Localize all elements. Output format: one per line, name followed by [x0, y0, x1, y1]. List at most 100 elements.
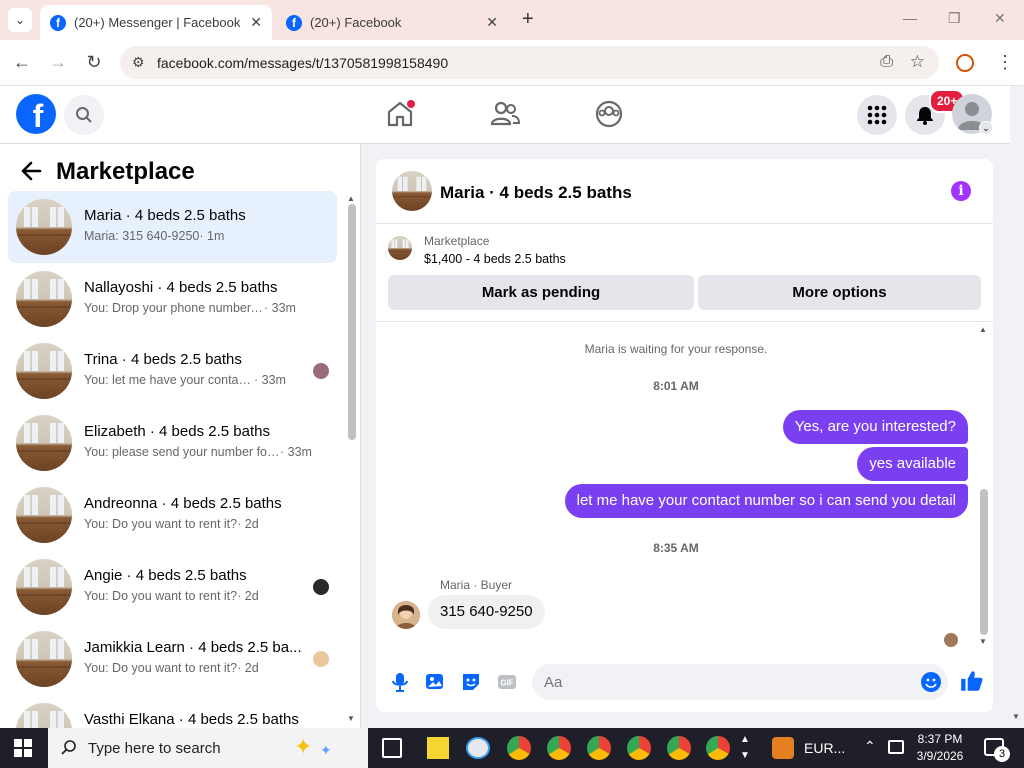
outgoing-message[interactable]: let me have your contact number so i can… [564, 484, 968, 518]
outgoing-message[interactable]: yes available [857, 447, 968, 481]
info-icon[interactable]: i [951, 181, 971, 201]
conversation-item[interactable]: Elizabeth · 4 beds 2.5 baths You: please… [8, 407, 337, 479]
chat-title[interactable]: Maria · 4 beds 2.5 baths [440, 183, 632, 203]
tab-search-icon[interactable]: ⌄ [8, 8, 32, 32]
incoming-message[interactable]: 315 640-9250 [428, 595, 545, 629]
conversation-name: Nallayoshi · 4 beds 2.5 baths [84, 279, 278, 296]
listing-thumbnail [16, 631, 72, 687]
close-tab-icon[interactable]: ✕ [486, 14, 498, 31]
scroll-up-arrow-icon[interactable]: ▲ [347, 194, 355, 203]
conversation-snippet: You: Drop your phone number, a... · 33m [84, 301, 296, 315]
friends-icon[interactable] [489, 98, 521, 130]
browser-tab-messenger[interactable]: f (20+) Messenger | Facebook ✕ [40, 5, 272, 40]
back-arrow-icon[interactable] [20, 160, 42, 182]
conversation-snippet: You: Do you want to rent it?· 2d [84, 517, 259, 531]
facebook-logo-icon[interactable]: f [16, 94, 56, 134]
outgoing-message[interactable]: Yes, are you interested? [782, 410, 968, 444]
install-app-icon[interactable]: ⎙ [880, 53, 893, 71]
svg-text:GIF: GIF [500, 679, 513, 688]
scroll-down-arrow-icon[interactable]: ▼ [979, 637, 987, 646]
minimize-icon[interactable]: — [903, 10, 917, 26]
account-chevron-down-icon[interactable]: ⌄ [979, 121, 993, 135]
scroll-up-arrow-icon[interactable]: ▲ [979, 325, 987, 334]
forward-icon[interactable]: → [46, 52, 70, 73]
new-tab-icon[interactable]: + [522, 8, 534, 31]
gif-icon[interactable]: GIF [495, 670, 519, 694]
currency-widget-icon[interactable] [772, 737, 794, 759]
like-thumbs-up-icon[interactable] [959, 668, 985, 694]
listing-thumbnail[interactable] [388, 236, 412, 260]
conversation-item[interactable]: Jamikkia Learn · 4 beds 2.5 ba... You: D… [8, 623, 337, 695]
search-icon[interactable] [64, 95, 104, 135]
more-options-button[interactable]: More options [698, 275, 981, 310]
listing-thumbnail[interactable] [392, 171, 432, 211]
menu-grid-icon[interactable] [857, 95, 897, 135]
sparkle-icon[interactable]: ✦ [294, 734, 312, 760]
taskbar-search-box[interactable]: Type here to search ✦ ✦ [48, 728, 368, 768]
groups-icon[interactable] [593, 98, 625, 130]
page-scroll-down-arrow-icon[interactable]: ▼ [1012, 712, 1020, 721]
conversation-item[interactable]: Nallayoshi · 4 beds 2.5 baths You: Drop … [8, 263, 337, 335]
chrome-icon[interactable] [587, 736, 611, 760]
reload-icon[interactable]: ↻ [82, 52, 106, 73]
sender-avatar[interactable] [392, 601, 420, 629]
sticker-icon[interactable] [459, 670, 483, 694]
paint-icon[interactable] [466, 737, 490, 759]
menu-kebab-icon[interactable]: ⋮ [996, 52, 1014, 73]
chat-scrollbar[interactable] [980, 489, 988, 635]
conversation-item[interactable]: Angie · 4 beds 2.5 baths You: Do you wan… [8, 551, 337, 623]
waiting-notice: Maria is waiting for your response. [584, 342, 768, 356]
chrome-icon[interactable] [507, 736, 531, 760]
task-view-icon[interactable] [382, 738, 402, 758]
url-omnibox[interactable]: ⚙ facebook.com/messages/t/13705819981584… [120, 46, 939, 79]
profile-icon[interactable] [956, 54, 974, 72]
conversation-name: Trina · 4 beds 2.5 baths [84, 351, 242, 368]
chrome-icon[interactable] [706, 736, 730, 760]
conversation-snippet: You: Do you want to rent it?· 2d [84, 589, 259, 603]
sparkle-icon: ✦ [320, 742, 332, 758]
network-icon[interactable] [888, 740, 904, 754]
conversation-name: Jamikkia Learn · 4 beds 2.5 ba... [84, 639, 302, 656]
tab-title: (20+) Messenger | Facebook [74, 15, 241, 30]
site-info-icon[interactable]: ⚙ [132, 54, 145, 71]
listing-price[interactable]: $1,400 - 4 beds 2.5 baths [424, 252, 566, 266]
restore-icon[interactable]: ❐ [948, 10, 961, 27]
conversation-name: Maria · 4 beds 2.5 baths [84, 207, 246, 224]
sidebar-scrollbar[interactable] [348, 204, 356, 440]
bookmark-star-icon[interactable]: ☆ [910, 52, 925, 72]
chrome-icon[interactable] [627, 736, 651, 760]
microphone-icon[interactable] [388, 670, 412, 694]
taskbar-overflow-chevron-icon[interactable]: ▲ ▼ [740, 732, 750, 764]
conversation-item[interactable]: Maria · 4 beds 2.5 baths Maria: 315 640-… [8, 191, 337, 263]
message-composer: GIF [376, 652, 993, 712]
read-receipt-avatar [313, 363, 329, 379]
address-bar: ← → ↻ ⚙ facebook.com/messages/t/13705819… [0, 40, 1024, 86]
sidebar-title: Marketplace [56, 158, 195, 185]
clock-date[interactable]: 3/9/2026 [910, 749, 970, 763]
tray-chevron-up-icon[interactable]: ⌃ [864, 738, 876, 755]
conversation-item[interactable]: Andreonna · 4 beds 2.5 baths You: Do you… [8, 479, 337, 551]
chrome-icon[interactable] [667, 736, 691, 760]
conversation-name: Andreonna · 4 beds 2.5 baths [84, 495, 282, 512]
home-icon[interactable] [384, 98, 416, 130]
windows-taskbar: Type here to search ✦ ✦ ▲ ▼ EUR... ⌃ 8:37… [0, 728, 1024, 768]
sticky-notes-icon[interactable] [427, 737, 449, 759]
scroll-down-arrow-icon[interactable]: ▼ [347, 714, 355, 723]
currency-widget-label[interactable]: EUR... [804, 740, 845, 756]
photo-icon[interactable] [423, 670, 447, 694]
back-icon[interactable]: ← [10, 52, 34, 73]
conversation-item[interactable]: Trina · 4 beds 2.5 baths You: let me hav… [8, 335, 337, 407]
facebook-favicon-icon: f [286, 14, 302, 31]
read-receipt-avatar [313, 651, 329, 667]
clock-time[interactable]: 8:37 PM [910, 732, 970, 746]
message-input[interactable] [532, 664, 948, 700]
conversation-item[interactable]: Vasthi Elkana · 4 beds 2.5 baths [8, 695, 337, 728]
windows-start-icon[interactable] [14, 739, 32, 757]
close-tab-icon[interactable]: ✕ [250, 14, 262, 31]
marketplace-sidebar: Marketplace Maria · 4 beds 2.5 baths Mar… [0, 144, 361, 728]
close-window-icon[interactable]: ✕ [994, 10, 1006, 27]
browser-tab-facebook[interactable]: f (20+) Facebook ✕ [276, 5, 508, 40]
chrome-icon[interactable] [547, 736, 571, 760]
emoji-icon[interactable] [919, 670, 943, 694]
mark-as-pending-button[interactable]: Mark as pending [388, 275, 694, 310]
